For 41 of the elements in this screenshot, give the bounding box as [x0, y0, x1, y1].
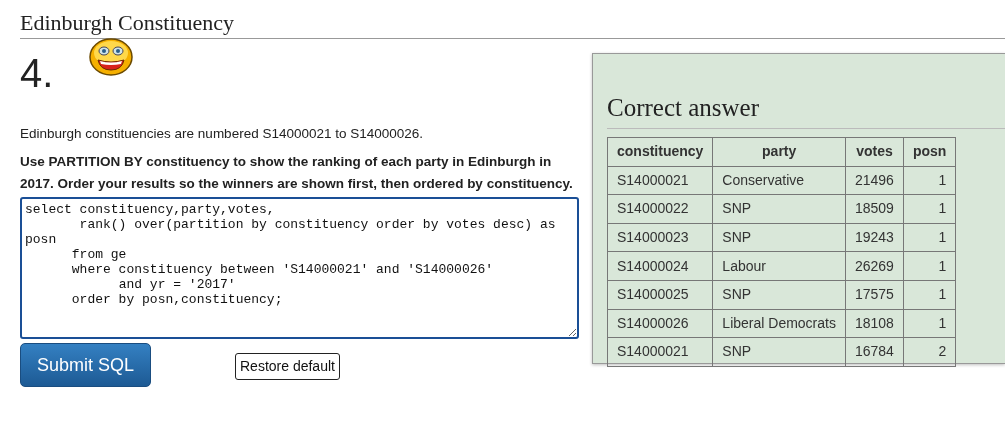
table-cell: 18108	[845, 309, 904, 338]
table-cell: 1	[903, 251, 956, 281]
intro-text: Edinburgh constituencies are numbered S14000021 to S14000026.	[20, 125, 425, 143]
sql-editor[interactable]: select constituency,party,votes, rank() over(partition by constituency order by votes desc) as posn from ge where constituency between 'S14000021' and 'S14000026' and yr = '2017' order by posn,constituency;	[20, 197, 579, 339]
table-cell: 16784	[845, 337, 904, 367]
table-cell: 21496	[845, 166, 904, 195]
table-cell: S14000021	[607, 166, 713, 195]
column-header: posn	[903, 137, 956, 167]
table-cell: Conservative	[712, 166, 846, 195]
table-cell: SNP	[712, 194, 846, 224]
table-cell: S14000021	[607, 337, 713, 367]
table-cell: S14000025	[607, 280, 713, 310]
column-header: votes	[845, 137, 904, 167]
table-cell: Labour	[712, 251, 846, 281]
table-cell: SNP	[712, 223, 846, 252]
submit-button[interactable]: Submit SQL	[20, 343, 151, 387]
table-cell: 26269	[845, 251, 904, 281]
restore-button[interactable]: Restore default	[235, 353, 340, 380]
question-number: 4.	[20, 50, 54, 97]
smiley-icon	[89, 37, 134, 77]
table-cell: 18509	[845, 194, 904, 224]
table-cell: S14000026	[607, 309, 713, 338]
table-cell: 1	[903, 223, 956, 252]
table-cell: 1	[903, 309, 956, 338]
table-cell: 17575	[845, 280, 904, 310]
table-cell: Liberal Democrats	[712, 309, 846, 338]
table-cell: 1	[903, 166, 956, 195]
page-title: Edinburgh Constituency	[20, 9, 236, 37]
table-cell: SNP	[712, 337, 846, 367]
table-cell: 1	[903, 194, 956, 224]
column-header: constituency	[607, 137, 713, 167]
table-cell: S14000024	[607, 251, 713, 281]
table-cell: 1	[903, 280, 956, 310]
column-header: party	[712, 137, 846, 167]
table-cell: S14000023	[607, 223, 713, 252]
table-cell: 19243	[845, 223, 904, 252]
table-cell: 2	[903, 337, 956, 367]
answer-title: Correct answer	[607, 92, 1005, 129]
instruction-text: Use PARTITION BY constituency to show the ranking of each party in Edinburgh in 2017. Order your results so the winners are shown first, then ordered by constituency.	[20, 153, 574, 193]
table-cell: S14000022	[607, 194, 713, 224]
table-cell: SNP	[712, 280, 846, 310]
